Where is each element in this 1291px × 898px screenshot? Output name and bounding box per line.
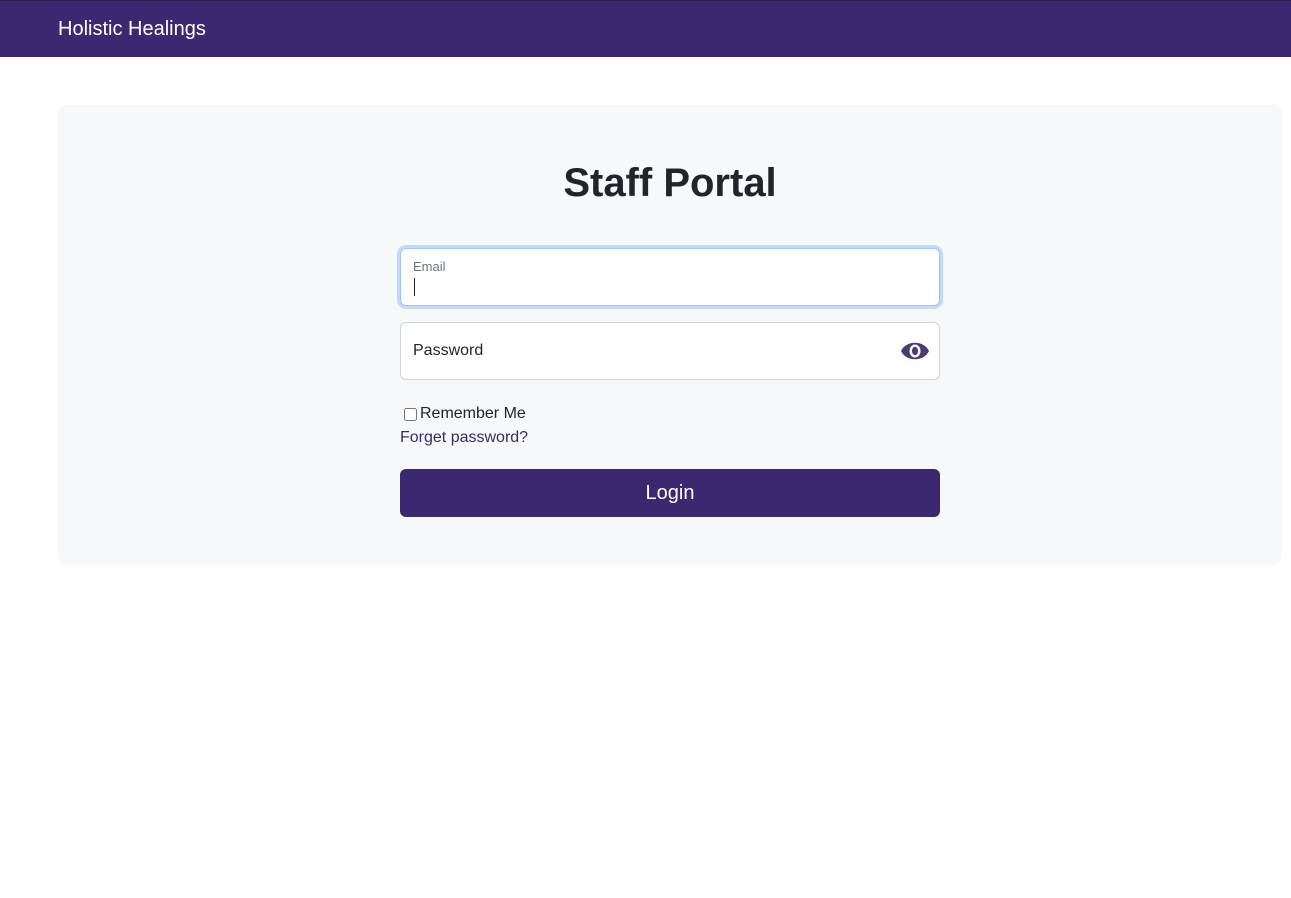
- password-field[interactable]: [400, 322, 940, 380]
- text-caret: [414, 278, 415, 296]
- remember-me-label[interactable]: Remember Me: [420, 404, 526, 424]
- login-button[interactable]: Login: [400, 469, 940, 517]
- login-card: Staff Portal Email Remember Me Forget pa…: [58, 105, 1282, 565]
- email-field[interactable]: Email: [400, 248, 940, 306]
- brand-link[interactable]: Holistic Healings: [58, 17, 206, 41]
- login-form: Email Remember Me Forget password? Login: [400, 248, 940, 517]
- forgot-password-link[interactable]: Forget password?: [400, 428, 528, 448]
- email-label: Email: [413, 259, 446, 274]
- page-title: Staff Portal: [563, 161, 777, 205]
- eye-icon[interactable]: [900, 337, 930, 365]
- remember-me-row: Remember Me: [400, 404, 526, 424]
- email-input[interactable]: [413, 276, 923, 298]
- remember-me-checkbox[interactable]: [404, 407, 417, 421]
- top-navbar: Holistic Healings: [0, 0, 1291, 57]
- password-input[interactable]: [413, 340, 883, 362]
